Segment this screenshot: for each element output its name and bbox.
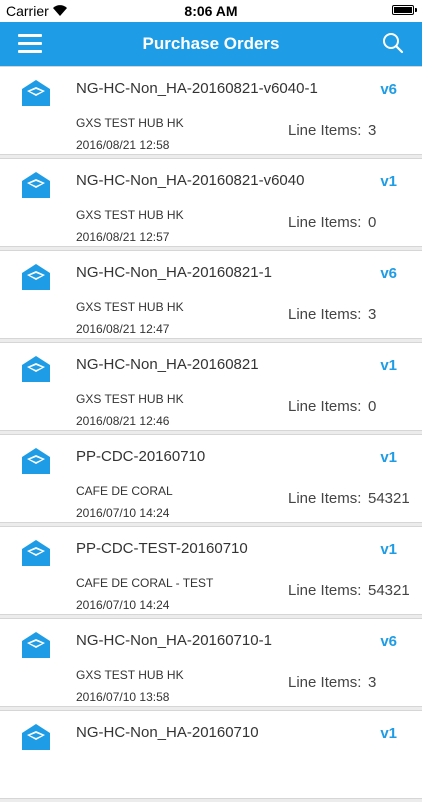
line-items-count: 54321 (368, 490, 410, 507)
line-items-count: 3 (368, 306, 377, 323)
battery-icon (392, 5, 417, 15)
envelope-icon (22, 448, 50, 474)
version-badge: v6 (380, 265, 397, 282)
page-title: Purchase Orders (142, 34, 280, 53)
envelope-icon (22, 172, 50, 198)
order-number: NG-HC-Non_HA-20160821 (76, 356, 259, 373)
line-items-label: Line Items: (288, 398, 362, 415)
order-date: 2016/07/10 14:24 (76, 598, 170, 612)
order-date: 2016/08/21 12:57 (76, 230, 170, 244)
line-items-label: Line Items: (288, 582, 362, 599)
partner-name: GXS TEST HUB HK (76, 208, 184, 222)
purchase-order-row[interactable]: NG-HC-Non_HA-20160710 v1 (0, 710, 422, 799)
purchase-order-row[interactable]: NG-HC-Non_HA-20160710-1 v6 GXS TEST HUB … (0, 618, 422, 707)
order-number: PP-CDC-TEST-20160710 (76, 540, 248, 557)
version-badge: v1 (380, 173, 397, 190)
line-items-label: Line Items: (288, 674, 362, 691)
line-items-label: Line Items: (288, 490, 362, 507)
line-items-label: Line Items: (288, 122, 362, 139)
order-date: 2016/08/21 12:46 (76, 414, 170, 428)
order-number: NG-HC-Non_HA-20160710-1 (76, 632, 272, 649)
order-date: 2016/07/10 14:24 (76, 506, 170, 520)
line-items-count: 54321 (368, 582, 410, 599)
order-number: NG-HC-Non_HA-20160710 (76, 724, 259, 741)
order-number: PP-CDC-20160710 (76, 448, 206, 465)
line-items-count: 0 (368, 398, 377, 415)
version-badge: v1 (380, 725, 397, 742)
order-date: 2016/08/21 12:47 (76, 322, 170, 336)
partner-name: GXS TEST HUB HK (76, 300, 184, 314)
partner-name: CAFE DE CORAL (76, 484, 173, 498)
search-icon[interactable] (382, 32, 404, 54)
order-number: NG-HC-Non_HA-20160821-v6040 (76, 172, 305, 189)
order-number: NG-HC-Non_HA-20160821-1 (76, 264, 272, 281)
purchase-order-row[interactable]: NG-HC-Non_HA-20160821-v6040-1 v6 GXS TES… (0, 66, 422, 155)
navigation-bar: Purchase Orders (0, 22, 422, 66)
envelope-icon (22, 264, 50, 290)
version-badge: v1 (380, 449, 397, 466)
order-date: 2016/08/21 12:58 (76, 138, 170, 152)
envelope-icon (22, 80, 50, 106)
line-items-label: Line Items: (288, 214, 362, 231)
partner-name: GXS TEST HUB HK (76, 392, 184, 406)
line-items-count: 0 (368, 214, 377, 231)
order-date: 2016/07/10 13:58 (76, 690, 170, 704)
line-items-count: 3 (368, 122, 377, 139)
partner-name: CAFE DE CORAL - TEST (76, 576, 214, 590)
version-badge: v6 (380, 81, 397, 98)
envelope-icon (22, 356, 50, 382)
order-number: NG-HC-Non_HA-20160821-v6040-1 (76, 80, 318, 97)
partner-name: GXS TEST HUB HK (76, 116, 184, 130)
version-badge: v1 (380, 541, 397, 558)
partner-name: GXS TEST HUB HK (76, 668, 184, 682)
envelope-icon (22, 540, 50, 566)
purchase-order-row[interactable]: NG-HC-Non_HA-20160821-1 v6 GXS TEST HUB … (0, 250, 422, 339)
purchase-order-row[interactable]: PP-CDC-TEST-20160710 v1 CAFE DE CORAL - … (0, 526, 422, 615)
envelope-icon (22, 632, 50, 658)
version-badge: v1 (380, 357, 397, 374)
purchase-order-list: NG-HC-Non_HA-20160821-v6040-1 v6 GXS TES… (0, 66, 422, 802)
purchase-order-row[interactable]: NG-HC-Non_HA-20160821 v1 GXS TEST HUB HK… (0, 342, 422, 431)
line-items-label: Line Items: (288, 306, 362, 323)
purchase-order-row[interactable]: PP-CDC-20160710 v1 CAFE DE CORAL 2016/07… (0, 434, 422, 523)
envelope-icon (22, 724, 50, 750)
purchase-order-row[interactable]: NG-HC-Non_HA-20160821-v6040 v1 GXS TEST … (0, 158, 422, 247)
status-bar: Carrier 8:06 AM (0, 0, 422, 22)
line-items-count: 3 (368, 674, 377, 691)
status-time: 8:06 AM (184, 3, 238, 19)
version-badge: v6 (380, 633, 397, 650)
